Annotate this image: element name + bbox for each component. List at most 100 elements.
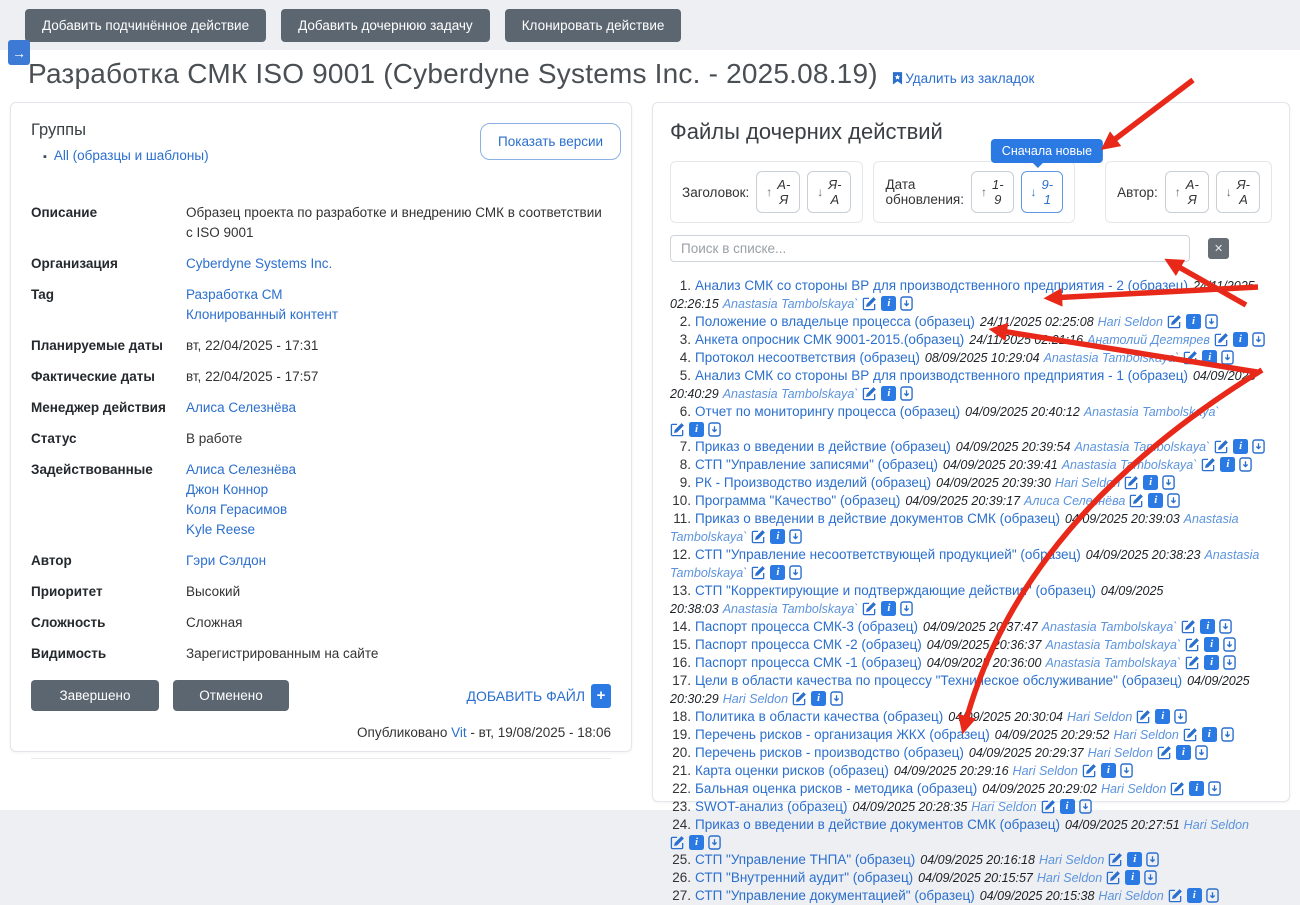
file-title-link[interactable]: Политика в области качества (образец) [695, 709, 943, 724]
detail-value-link[interactable]: Гэри Сэлдон [186, 551, 266, 571]
info-icon[interactable]: i [1204, 655, 1220, 670]
download-icon[interactable] [1223, 655, 1236, 670]
file-title-link[interactable]: СТП "Корректирующие и подтверждающие дей… [695, 583, 1096, 598]
search-input[interactable] [670, 235, 1191, 262]
edit-icon[interactable] [1108, 852, 1123, 867]
edit-icon[interactable] [1082, 763, 1097, 778]
info-icon[interactable]: i [1155, 709, 1171, 724]
toolbar-action-button[interactable]: Добавить подчинённое действие [25, 9, 267, 42]
file-title-link[interactable]: Приказ о введении в действие (образец) [695, 439, 951, 454]
file-author-link[interactable]: Anastasia Tambolskaya` [1045, 656, 1181, 670]
file-title-link[interactable]: СТП "Управление записями" (образец) [695, 457, 938, 472]
info-icon[interactable]: i [881, 386, 897, 401]
file-title-link[interactable]: Приказ о введении в действие документов … [695, 817, 1060, 832]
info-icon[interactable]: i [1148, 493, 1164, 508]
file-author-link[interactable]: Anastasia Tambolskaya` [1062, 458, 1198, 472]
file-title-link[interactable]: SWOT-анализ (образец) [695, 799, 847, 814]
edit-icon[interactable] [862, 296, 877, 311]
detail-value-link[interactable]: Cyberdyne Systems Inc. [186, 254, 332, 274]
file-author-link[interactable]: Hari Seldon [1184, 818, 1249, 832]
info-icon[interactable]: i [770, 529, 786, 544]
file-title-link[interactable]: Бальная оценка рисков - методика (образе… [695, 781, 977, 796]
download-icon[interactable] [1205, 888, 1219, 903]
download-icon[interactable] [1223, 637, 1236, 652]
sort-author-asc-button[interactable]: ↑ А-Я [1164, 171, 1209, 213]
clear-search-button[interactable]: ✕ [1208, 238, 1230, 259]
download-icon[interactable] [708, 835, 721, 850]
show-versions-button[interactable]: Показать версии [480, 123, 622, 160]
file-title-link[interactable]: Цели в области качества по процессу "Тех… [695, 673, 1182, 688]
file-author-link[interactable]: Hari Seldon [1055, 476, 1120, 490]
cancel-button[interactable]: Отменено [173, 680, 289, 711]
back-arrow-button[interactable]: → [8, 40, 30, 65]
file-author-link[interactable]: Anastasia Tambolskaya` [723, 297, 859, 311]
edit-icon[interactable] [1185, 655, 1200, 670]
info-icon[interactable]: i [1127, 852, 1143, 867]
file-author-link[interactable]: Hari Seldon [971, 800, 1036, 814]
detail-value-link[interactable]: Разработка СМ [186, 285, 338, 305]
info-icon[interactable]: i [1143, 475, 1159, 490]
download-icon[interactable] [1221, 727, 1234, 742]
file-title-link[interactable]: Анализ СМК со стороны ВР для производств… [695, 368, 1188, 383]
download-icon[interactable] [1078, 799, 1092, 814]
edit-icon[interactable] [1167, 314, 1182, 329]
file-title-link[interactable]: РК - Производство изделий (образец) [695, 475, 931, 490]
published-author-link[interactable]: Vit [451, 725, 467, 740]
file-author-link[interactable]: Anastasia Tambolskaya` [1045, 638, 1181, 652]
add-file-link[interactable]: ДОБАВИТЬ ФАЙЛ + [467, 683, 612, 708]
download-icon[interactable] [1252, 332, 1265, 347]
info-icon[interactable]: i [1232, 332, 1248, 347]
file-author-link[interactable]: Hari Seldon [1098, 889, 1163, 903]
sort-date-asc-button[interactable]: ↑ 1-9 [970, 171, 1014, 213]
complete-button[interactable]: Завершено [31, 680, 159, 711]
file-title-link[interactable]: Карта оценки рисков (образец) [695, 763, 889, 778]
info-icon[interactable]: i [1200, 619, 1216, 634]
file-title-link[interactable]: Анализ СМК со стороны ВР для производств… [695, 278, 1188, 293]
detail-value-link[interactable]: Коля Герасимов [186, 500, 296, 520]
sort-title-asc-button[interactable]: ↑ А-Я [756, 171, 801, 213]
detail-value-link[interactable]: Клонированный контент [186, 305, 338, 325]
edit-icon[interactable] [1183, 727, 1198, 742]
info-icon[interactable]: i [1233, 439, 1249, 454]
file-author-link[interactable]: Hari Seldon [1098, 315, 1163, 329]
info-icon[interactable]: i [1220, 457, 1236, 472]
edit-icon[interactable] [1041, 799, 1056, 814]
edit-icon[interactable] [792, 691, 807, 706]
info-icon[interactable]: i [811, 691, 827, 706]
download-icon[interactable] [1221, 350, 1235, 365]
info-icon[interactable]: i [1175, 745, 1191, 760]
info-icon[interactable]: i [689, 422, 705, 437]
detail-value-link[interactable]: Алиса Селезнёва [186, 398, 296, 418]
file-author-link[interactable]: Anastasia Tambolskaya` [1084, 405, 1220, 419]
file-title-link[interactable]: Анкета опросник СМК 9001-2015.(образец) [695, 332, 964, 347]
file-author-link[interactable]: Hari Seldon [723, 692, 788, 706]
file-title-link[interactable]: Паспорт процесса СМК -2 (образец) [695, 637, 922, 652]
download-icon[interactable] [1167, 493, 1181, 508]
file-author-link[interactable]: Hari Seldon [1037, 871, 1102, 885]
edit-icon[interactable] [1214, 332, 1229, 347]
group-link[interactable]: All (образцы и шаблоны) [54, 148, 209, 163]
edit-icon[interactable] [1214, 439, 1229, 454]
info-icon[interactable]: i [1186, 888, 1202, 903]
edit-icon[interactable] [751, 529, 766, 544]
edit-icon[interactable] [1106, 870, 1121, 885]
download-icon[interactable] [900, 601, 914, 616]
edit-icon[interactable] [862, 386, 877, 401]
download-icon[interactable] [789, 529, 803, 544]
info-icon[interactable]: i [1204, 637, 1220, 652]
file-title-link[interactable]: Перечень рисков - организация ЖКХ (образ… [695, 727, 990, 742]
info-icon[interactable]: i [1201, 727, 1217, 742]
edit-icon[interactable] [1136, 709, 1151, 724]
file-author-link[interactable]: Hari Seldon [1101, 782, 1166, 796]
edit-icon[interactable] [1129, 493, 1144, 508]
edit-icon[interactable] [1168, 888, 1183, 903]
toolbar-action-button[interactable]: Клонировать действие [504, 9, 682, 42]
file-title-link[interactable]: Положение о владельце процесса (образец) [695, 314, 975, 329]
download-icon[interactable] [1208, 781, 1222, 796]
edit-icon[interactable] [751, 565, 766, 580]
info-icon[interactable]: i [1185, 314, 1201, 329]
file-author-link[interactable]: Анатолий Дегтярев [1087, 333, 1210, 347]
download-icon[interactable] [708, 422, 721, 437]
file-author-link[interactable]: Anastasia Tambolskaya` [1044, 351, 1180, 365]
info-icon[interactable]: i [1202, 350, 1218, 365]
